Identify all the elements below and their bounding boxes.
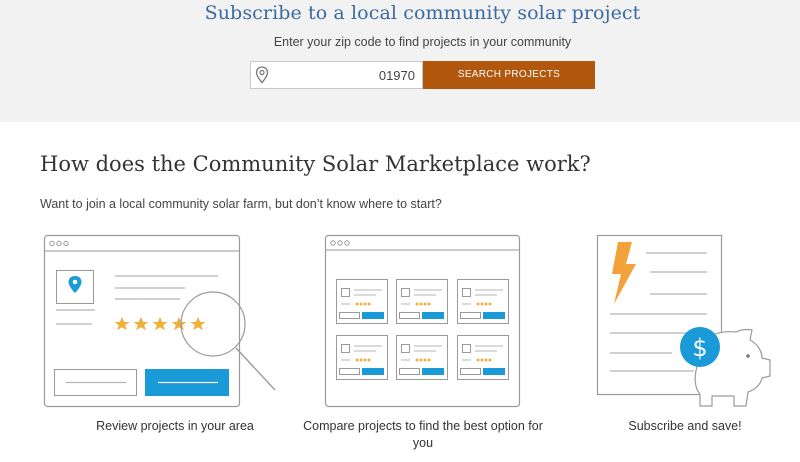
step-label-subscribe: Subscribe and save! (628, 419, 742, 433)
location-pin-icon (255, 66, 269, 84)
svg-text:$: $ (692, 334, 707, 362)
hero-title: Subscribe to a local community solar pro… (204, 2, 641, 24)
compare-projects-illustration (324, 234, 521, 408)
review-projects-illustration (43, 234, 276, 408)
step-label-review: Review projects in your area (96, 419, 254, 433)
hero-subtitle: Enter your zip code to find projects in … (273, 35, 572, 49)
zip-field[interactable] (250, 61, 423, 89)
section-subtitle: Want to join a local community solar far… (40, 197, 442, 211)
search-projects-button[interactable]: SEARCH PROJECTS (423, 61, 595, 89)
subscribe-save-illustration: $ (596, 234, 771, 407)
step-label-compare: Compare projects to find the best option… (303, 419, 543, 450)
zip-code-input[interactable] (273, 62, 415, 88)
section-title: How does the Community Solar Marketplace… (40, 152, 591, 176)
subscribe-hero: Subscribe to a local community solar pro… (0, 0, 800, 122)
